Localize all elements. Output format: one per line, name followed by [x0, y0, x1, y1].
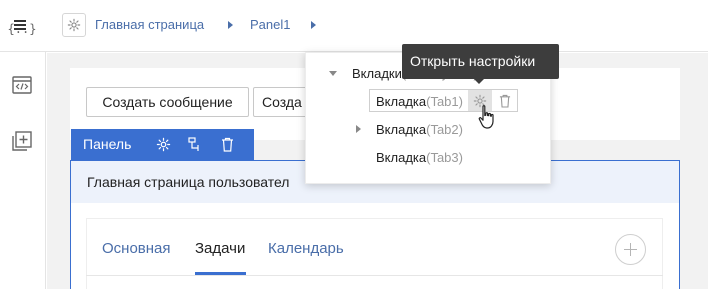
- create-message-button[interactable]: Создать сообщение: [86, 87, 249, 117]
- tree-node-tab2[interactable]: Вкладка(Tab2): [376, 122, 463, 137]
- tree-node-type: (Tab1): [426, 94, 463, 109]
- tree-node-type: (Tab2): [426, 122, 463, 137]
- tree-node-tab1[interactable]: Вкладка(Tab1): [376, 94, 463, 109]
- tab-main[interactable]: Основная: [102, 240, 171, 257]
- tooltip: Открыть настройки: [402, 44, 559, 79]
- tabs-card: [86, 218, 663, 289]
- panel-text: Главная страница пользовател: [87, 174, 290, 190]
- tree-node-tab3[interactable]: Вкладка(Tab3): [376, 150, 463, 165]
- code-braces-icon[interactable]: {..}: [8, 18, 37, 40]
- breadcrumb-home[interactable]: Главная страница: [95, 17, 204, 32]
- create-button[interactable]: Созда: [253, 87, 309, 117]
- tooltip-text: Открыть настройки: [410, 53, 536, 69]
- active-tab-indicator: [195, 272, 246, 275]
- tree-node-label: Вкладка: [376, 94, 427, 109]
- breadcrumb-panel1[interactable]: Panel1: [250, 17, 290, 32]
- trash-icon[interactable]: [219, 136, 235, 152]
- tree-node-label: Вкладка: [376, 150, 427, 165]
- tree-node-label: Вкладка: [376, 122, 427, 137]
- tree-node-label: Вкладки: [352, 66, 402, 81]
- caret-down-icon[interactable]: [329, 71, 337, 76]
- panel-title: Панель: [83, 136, 132, 152]
- caret-right-icon[interactable]: [356, 125, 361, 133]
- gear-icon[interactable]: [62, 13, 86, 37]
- tree-node-type: (Tab3): [426, 150, 463, 165]
- tree-structure-icon[interactable]: [187, 136, 203, 152]
- gear-icon[interactable]: [155, 136, 171, 152]
- hand-cursor-icon: [478, 105, 494, 129]
- add-tab-button[interactable]: [615, 234, 646, 265]
- chevron-right-icon: [228, 21, 233, 29]
- add-component-icon[interactable]: [11, 130, 33, 152]
- chevron-right-icon: [311, 21, 316, 29]
- code-window-icon[interactable]: [11, 74, 33, 96]
- tab-calendar[interactable]: Календарь: [268, 240, 344, 257]
- tab-tasks[interactable]: Задачи: [195, 240, 245, 257]
- panel-header[interactable]: Панель: [71, 129, 254, 160]
- tooltip-arrow: [474, 79, 484, 84]
- tabs-divider: [86, 275, 663, 276]
